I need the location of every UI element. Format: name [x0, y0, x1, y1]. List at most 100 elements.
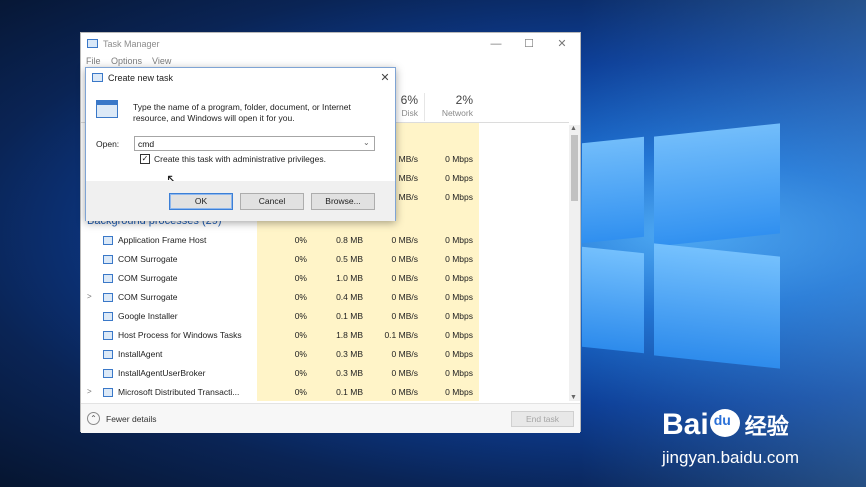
process-name: Application Frame Host [118, 235, 207, 245]
open-label: Open: [96, 139, 120, 149]
disk-cell: MB/s [398, 192, 418, 202]
cpu-cell: 0% [294, 311, 307, 321]
browse-button[interactable]: Browse... [311, 193, 375, 210]
menu-file[interactable]: File [86, 56, 101, 66]
table-row[interactable]: InstallAgentUserBroker 0% 0.3 MB 0 MB/s … [81, 364, 569, 383]
task-manager-title: Task Manager [103, 39, 160, 49]
close-icon[interactable]: ✕ [547, 35, 577, 53]
disk-cell: 0.1 MB/s [384, 330, 418, 340]
table-row[interactable]: Google Installer 0% 0.1 MB 0 MB/s 0 Mbps [81, 307, 569, 326]
network-label: Network [441, 108, 473, 118]
dialog-titlebar[interactable]: Create new task ✕ [86, 68, 395, 88]
run-dialog-icon [92, 73, 103, 82]
cpu-cell: 0% [294, 235, 307, 245]
ok-button[interactable]: OK [169, 193, 233, 210]
cpu-cell: 0% [294, 368, 307, 378]
process-icon [103, 312, 113, 321]
memory-cell: 0.3 MB [336, 368, 363, 378]
network-cell: 0 Mbps [445, 311, 473, 321]
wallpaper-window-pane [654, 123, 780, 247]
close-icon[interactable]: ✕ [378, 71, 392, 85]
table-row[interactable]: Application Frame Host 0% 0.8 MB 0 MB/s … [81, 231, 569, 250]
cancel-button[interactable]: Cancel [240, 193, 304, 210]
expand-chevron-icon[interactable]: > [87, 292, 92, 301]
baidu-logo-text: Bai [662, 408, 709, 441]
chevron-down-icon[interactable]: ⌄ [363, 138, 370, 147]
process-name: InstallAgent [118, 349, 163, 359]
process-icon [103, 350, 113, 359]
process-icon [103, 293, 113, 302]
table-row[interactable]: > Microsoft Distributed Transacti... 0% … [81, 383, 569, 402]
menu-view[interactable]: View [152, 56, 171, 66]
maximize-icon[interactable]: ☐ [514, 35, 544, 53]
network-column-header[interactable]: 2% Network [424, 93, 479, 121]
dialog-message: Type the name of a program, folder, docu… [133, 102, 351, 123]
watermark-url: jingyan.baidu.com [662, 448, 800, 467]
wallpaper-window-pane [582, 136, 644, 244]
table-row[interactable]: COM Surrogate 0% 0.5 MB 0 MB/s 0 Mbps [81, 250, 569, 269]
wallpaper-window-pane [654, 243, 780, 369]
cpu-cell: 0% [294, 387, 307, 397]
scroll-up-icon[interactable]: ▲ [570, 125, 577, 132]
process-name: Microsoft Distributed Transacti... [118, 387, 240, 397]
dialog-title: Create new task [108, 73, 174, 83]
process-name: InstallAgentUserBroker [118, 368, 206, 378]
disk-cell: 0 MB/s [391, 368, 418, 378]
disk-cell: MB/s [398, 173, 418, 183]
process-name: COM Surrogate [118, 254, 178, 264]
cpu-cell: 0% [294, 330, 307, 340]
scrollbar-thumb[interactable] [571, 135, 578, 201]
network-cell: 0 Mbps [445, 349, 473, 359]
admin-privileges-label[interactable]: Create this task with administrative pri… [154, 154, 326, 164]
process-icon [103, 274, 113, 283]
table-row[interactable]: InstallAgent 0% 0.3 MB 0 MB/s 0 Mbps [81, 345, 569, 364]
table-row[interactable]: > COM Surrogate 0% 0.4 MB 0 MB/s 0 Mbps [81, 288, 569, 307]
disk-cell: 0 MB/s [391, 349, 418, 359]
memory-cell: 0.5 MB [336, 254, 363, 264]
menu-options[interactable]: Options [111, 56, 142, 66]
paw-icon [709, 409, 740, 437]
process-icon [103, 331, 113, 340]
memory-cell: 0.8 MB [336, 235, 363, 245]
end-task-button[interactable]: End task [511, 411, 574, 427]
process-icon [103, 388, 113, 397]
scroll-down-icon[interactable]: ▼ [570, 394, 577, 401]
table-row[interactable]: Host Process for Windows Tasks 0% 1.8 MB… [81, 326, 569, 345]
jingyan-logo-text: 经验 [744, 414, 789, 439]
memory-cell: 0.3 MB [336, 349, 363, 359]
run-program-icon [96, 100, 118, 118]
disk-cell: 0 MB/s [391, 311, 418, 321]
process-icon [103, 236, 113, 245]
chevron-up-circle-icon[interactable]: ⌃ [87, 412, 100, 425]
admin-privileges-checkbox[interactable]: ✓ [140, 154, 150, 164]
disk-cell: 0 MB/s [391, 235, 418, 245]
disk-cell: 0 MB/s [391, 273, 418, 283]
task-manager-icon [87, 39, 98, 48]
vertical-scrollbar[interactable]: ▲ ▼ [569, 125, 580, 401]
network-cell: 0 Mbps [445, 387, 473, 397]
create-new-task-dialog: Create new task ✕ Type the name of a pro… [85, 67, 396, 221]
table-row[interactable]: COM Surrogate 0% 1.0 MB 0 MB/s 0 Mbps [81, 269, 569, 288]
network-cell: 0 Mbps [445, 235, 473, 245]
wallpaper-window-pane [582, 246, 644, 354]
expand-chevron-icon[interactable]: > [87, 387, 92, 396]
disk-cell: 0 MB/s [391, 292, 418, 302]
cpu-cell: 0% [294, 292, 307, 302]
baidu-logo: Bai 经验 [662, 408, 789, 442]
network-cell: 0 Mbps [445, 292, 473, 302]
disk-cell: 0 MB/s [391, 254, 418, 264]
memory-cell: 1.0 MB [336, 273, 363, 283]
network-cell: 0 Mbps [445, 173, 473, 183]
task-manager-titlebar[interactable]: Task Manager — ☐ ✕ [81, 33, 580, 55]
open-input[interactable]: cmd ⌄ [134, 136, 375, 151]
process-name: COM Surrogate [118, 273, 178, 283]
network-cell: 0 Mbps [445, 192, 473, 202]
fewer-details-link[interactable]: Fewer details [106, 414, 157, 424]
network-cell: 0 Mbps [445, 154, 473, 164]
memory-cell: 1.8 MB [336, 330, 363, 340]
network-cell: 0 Mbps [445, 330, 473, 340]
process-name: Google Installer [118, 311, 178, 321]
memory-cell: 0.1 MB [336, 311, 363, 321]
open-input-value[interactable]: cmd [138, 139, 154, 149]
minimize-icon[interactable]: — [481, 35, 511, 53]
